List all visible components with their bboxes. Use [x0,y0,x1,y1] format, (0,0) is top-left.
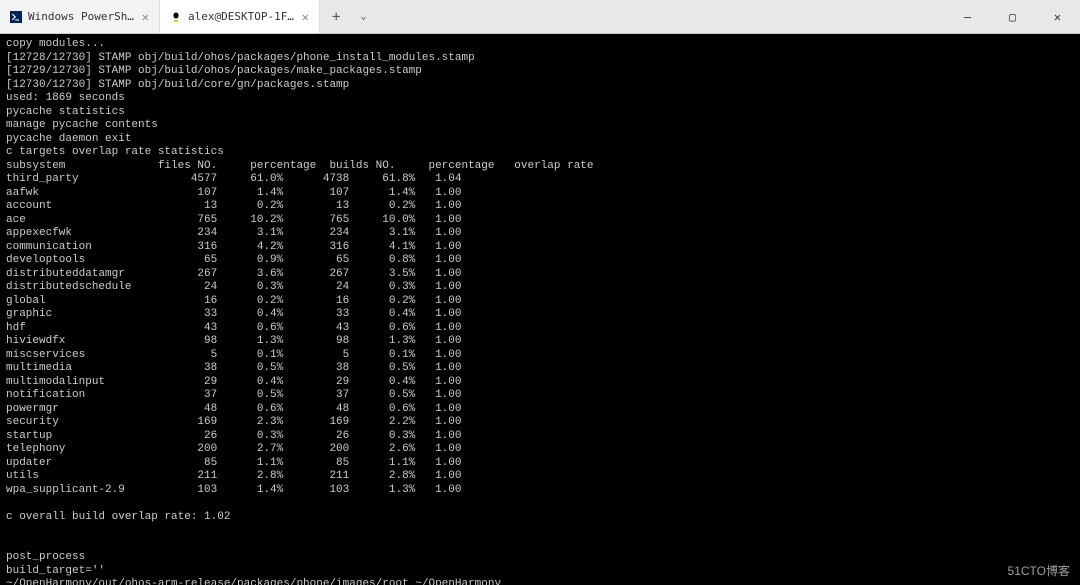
tab-title: Windows PowerShell [28,10,136,23]
tab-powershell[interactable]: Windows PowerShell ✕ [0,0,160,33]
minimize-button[interactable]: — [945,0,990,33]
terminal-output[interactable]: copy modules... [12728/12730] STAMP obj/… [0,34,1080,585]
tab-wsl[interactable]: alex@DESKTOP-1FVQBDS: ~/O ✕ [160,0,320,33]
tux-icon [170,11,182,23]
new-tab-button[interactable]: + [320,0,352,33]
powershell-icon [10,11,22,23]
close-icon[interactable]: ✕ [142,10,149,24]
tab-strip: Windows PowerShell ✕ alex@DESKTOP-1FVQBD… [0,0,374,33]
maximize-button[interactable]: ▢ [990,0,1035,33]
close-button[interactable]: ✕ [1035,0,1080,33]
tab-title: alex@DESKTOP-1FVQBDS: ~/O [188,10,296,23]
watermark: 51CTO博客 [1008,562,1070,579]
window-controls: — ▢ ✕ [945,0,1080,33]
window-titlebar: Windows PowerShell ✕ alex@DESKTOP-1FVQBD… [0,0,1080,34]
tab-dropdown[interactable]: ⌄ [352,0,374,33]
close-icon[interactable]: ✕ [302,10,309,24]
